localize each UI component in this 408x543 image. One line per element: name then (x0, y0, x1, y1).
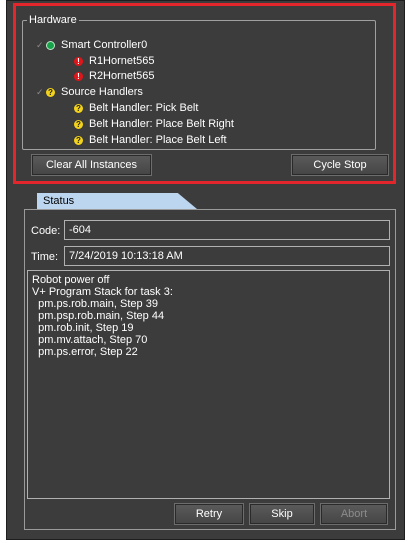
message-line: V+ Program Stack for task 3: (32, 286, 173, 298)
tab-status[interactable]: Status (37, 193, 197, 209)
message-line: pm.psp.rob.main, Step 44 (32, 310, 165, 322)
skip-button[interactable]: Skip (249, 503, 315, 525)
message-line: Robot power off (32, 274, 110, 286)
highlight-box (13, 3, 396, 184)
message-box[interactable]: Robot power off V+ Program Stack for tas… (27, 270, 390, 499)
message-line: pm.mv.attach, Step 70 (32, 334, 148, 346)
abort-button[interactable]: Abort (320, 503, 388, 525)
time-label: Time: (31, 251, 59, 263)
message-line: pm.ps.rob.main, Step 39 (32, 298, 158, 310)
message-line: pm.ps.error, Step 22 (32, 346, 138, 358)
code-label: Code: (31, 225, 61, 237)
retry-button[interactable]: Retry (174, 503, 244, 525)
time-field[interactable]: 7/24/2019 10:13:18 AM (64, 246, 390, 266)
code-field[interactable]: -604 (64, 220, 390, 240)
message-line: pm.rob.init, Step 19 (32, 322, 134, 334)
